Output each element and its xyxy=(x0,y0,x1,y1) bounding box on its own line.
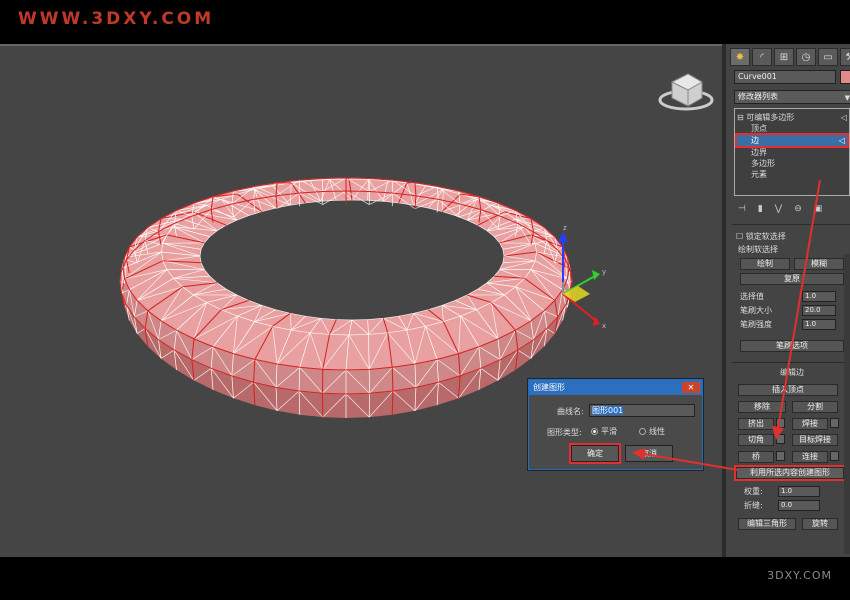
extrude-button[interactable]: 挤出 xyxy=(738,418,774,430)
modifier-list-label: 修改器列表 xyxy=(738,92,778,101)
crease-spinner[interactable]: 0.0 xyxy=(778,500,820,511)
crease-label: 折缝: xyxy=(744,501,763,510)
close-icon[interactable]: ✕ xyxy=(682,382,700,393)
triangle-icon: ◁ xyxy=(840,113,847,122)
divider xyxy=(732,224,850,225)
pin-stack-icon[interactable]: ⊣ xyxy=(738,204,746,214)
extrude-settings-icon[interactable] xyxy=(776,418,785,428)
brush-strength-spinner[interactable]: 1.0 xyxy=(802,319,836,330)
weight-label: 权重: xyxy=(744,487,763,496)
stack-root-editable-poly[interactable]: ⊟ 可编辑多边形 ◁ xyxy=(737,112,847,123)
object-color-swatch[interactable] xyxy=(840,70,850,84)
linear-label: 线性 xyxy=(649,427,665,436)
chevron-down-icon: ▼ xyxy=(844,94,850,102)
paint-button[interactable]: 绘制 xyxy=(740,258,790,270)
create-icon[interactable]: ✸ xyxy=(730,48,750,66)
weld-button[interactable]: 焊接 xyxy=(792,418,828,430)
brush-strength-label: 笔刷强度 xyxy=(740,320,772,329)
chamfer-settings-icon[interactable] xyxy=(776,434,785,444)
shape-type-label: 图形类型: xyxy=(547,428,582,437)
scene-canvas[interactable]: z y x xyxy=(0,44,722,557)
split-button[interactable]: 分割 xyxy=(792,401,838,413)
make-unique-icon[interactable]: ⋁ xyxy=(775,204,782,214)
object-name-field[interactable]: Curve001 xyxy=(734,70,836,84)
chamfer-button[interactable]: 切角 xyxy=(738,434,774,446)
cancel-button[interactable]: 取消 xyxy=(625,445,673,462)
create-shape-dialog: 创建图形 ✕ 曲线名: 图形001 图形类型: 平滑 线性 确定 取消 xyxy=(528,379,703,470)
selection-value-label: 选择值 xyxy=(740,292,764,301)
stack-item-vertex[interactable]: 顶点 xyxy=(751,123,850,134)
axis-z-label: z xyxy=(563,224,567,232)
utilities-icon[interactable]: ⚒ xyxy=(840,48,850,66)
torus-mesh[interactable] xyxy=(119,177,573,418)
hierarchy-icon[interactable]: ⊞ xyxy=(774,48,794,66)
remove-modifier-icon[interactable]: ⊖ xyxy=(794,204,802,214)
smooth-radio[interactable] xyxy=(591,428,598,435)
remove-button[interactable]: 移除 xyxy=(738,401,786,413)
revert-button[interactable]: 复原 xyxy=(740,273,844,285)
curve-name-input[interactable]: 图形001 xyxy=(589,404,695,417)
turn-button[interactable]: 旋转 xyxy=(802,518,838,530)
brush-options-button[interactable]: 笔刷选项 xyxy=(740,340,844,352)
lock-soft-selection-checkbox[interactable]: ☐ 锁定软选择 xyxy=(736,231,786,242)
weld-settings-icon[interactable] xyxy=(830,418,839,428)
divider xyxy=(732,362,850,363)
stack-item-element[interactable]: 元素 xyxy=(751,169,850,180)
brush-size-label: 笔刷大小 xyxy=(740,306,772,315)
stack-item-border[interactable]: 边界 xyxy=(751,147,850,158)
bottom-bar: 3DXY.COM xyxy=(0,557,850,600)
target-weld-button[interactable]: 目标焊接 xyxy=(792,434,838,446)
dialog-title: 创建图形 xyxy=(529,380,702,395)
display-icon[interactable]: ▭ xyxy=(818,48,838,66)
bridge-button[interactable]: 桥 xyxy=(738,451,774,463)
stack-toolbar: ⊣ ▮ ⋁ ⊖ ▣ xyxy=(738,204,822,214)
edit-triangulation-button[interactable]: 编辑三角形 xyxy=(738,518,796,530)
command-panel: ✸ ◜ ⊞ ◷ ▭ ⚒ Curve001 修改器列表 ▼ ⊟ 可编辑多边形 ◁ … xyxy=(722,44,850,557)
blur-button[interactable]: 模糊 xyxy=(794,258,844,270)
connect-button[interactable]: 连接 xyxy=(792,451,828,463)
smooth-label: 平滑 xyxy=(601,427,617,436)
panel-scrollbar[interactable] xyxy=(844,254,850,554)
bridge-settings-icon[interactable] xyxy=(776,451,785,461)
modify-icon[interactable]: ◜ xyxy=(752,48,772,66)
modifier-list-dropdown[interactable]: 修改器列表 ▼ xyxy=(734,90,850,104)
perspective-viewport[interactable]: z y x xyxy=(0,44,722,557)
modifier-stack[interactable]: ⊟ 可编辑多边形 ◁ 顶点 边 ◁ 边界 多边形 元素 xyxy=(734,108,850,196)
paint-soft-title: 绘制软选择 xyxy=(738,245,778,254)
create-shape-from-selection-button[interactable]: 利用所选内容创建图形 xyxy=(734,465,846,481)
linear-radio[interactable] xyxy=(639,428,646,435)
curve-name-label: 曲线名: xyxy=(557,407,584,416)
brush-size-spinner[interactable]: 20.0 xyxy=(802,305,836,316)
triangle-icon: ◁ xyxy=(838,136,845,145)
motion-icon[interactable]: ◷ xyxy=(796,48,816,66)
show-end-result-icon[interactable]: ▮ xyxy=(758,204,763,214)
ok-button[interactable]: 确定 xyxy=(569,443,621,464)
connect-settings-icon[interactable] xyxy=(830,451,839,461)
watermark-bottom: 3DXY.COM xyxy=(767,569,832,582)
top-bar: WWW.3DXY.COM xyxy=(0,0,850,44)
watermark-top: WWW.3DXY.COM xyxy=(18,9,215,29)
viewcube-icon[interactable] xyxy=(658,73,714,111)
axis-x-label: x xyxy=(602,322,606,330)
configure-sets-icon[interactable]: ▣ xyxy=(814,204,823,214)
panel-tabs: ✸ ◜ ⊞ ◷ ▭ ⚒ xyxy=(730,48,850,66)
axis-y-label: y xyxy=(602,268,606,276)
weight-spinner[interactable]: 1.0 xyxy=(778,486,820,497)
stack-item-edge[interactable]: 边 ◁ xyxy=(735,133,849,148)
stack-item-polygon[interactable]: 多边形 xyxy=(751,158,850,169)
selection-value-spinner[interactable]: 1.0 xyxy=(802,291,836,302)
insert-vertex-button[interactable]: 插入顶点 xyxy=(738,384,838,396)
edit-edges-title: 编辑边 xyxy=(780,368,804,377)
